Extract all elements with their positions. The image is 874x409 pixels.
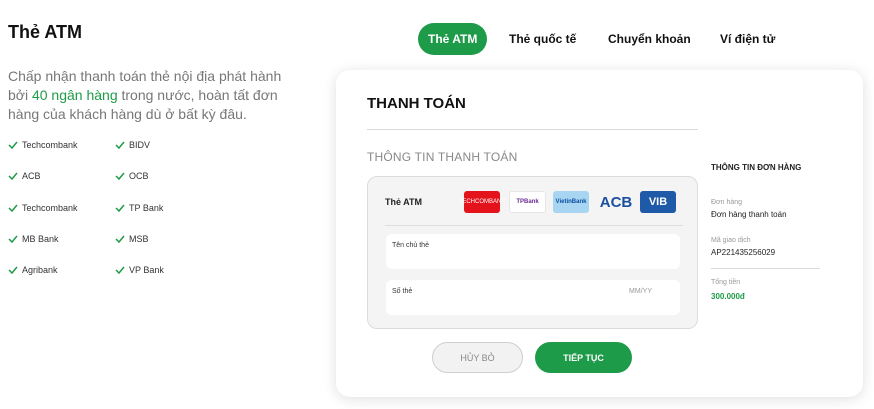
vib-logo: VIB [640,191,676,213]
bank-count-highlight: 40 ngân hàng [31,87,118,103]
check-icon [115,141,125,150]
bank-item: TP Bank [115,203,163,213]
bank-item: Agribank [8,265,58,275]
cardholder-name-input[interactable]: Tên chủ thẻ [386,234,680,269]
order-label: Đơn hàng [711,199,743,206]
vietinbank-logo: VietinBank [553,191,589,213]
bank-item: OCB [115,171,149,181]
check-icon [8,266,18,275]
tab-chuyen-khoan[interactable]: Chuyển khoản [608,23,691,55]
bank-item: BIDV [115,140,150,150]
bank-item: Techcombank [8,140,78,150]
check-icon [115,204,125,213]
tpbank-logo: TPBank [509,191,546,213]
bank-item: ACB [8,171,41,181]
intro-text: Chấp nhận thanh toán thẻ nội địa phát hà… [8,68,282,122]
check-icon [8,141,18,150]
card-type-label: Thẻ ATM [385,197,422,207]
expiry-input[interactable]: MM/YY [629,288,652,295]
continue-button[interactable]: TIẾP TỤC [535,342,632,373]
payment-card: THANH TOÁN THÔNG TIN THANH TOÁN Thẻ ATM … [336,70,863,397]
order-value: Đơn hàng thanh toán [711,210,787,219]
order-info-title: THÔNG TIN ĐƠN HÀNG [711,163,802,172]
transaction-id-value: AP221435256029 [711,248,776,257]
check-icon [8,204,18,213]
payment-title: THANH TOÁN [367,95,466,112]
bank-item: MB Bank [8,234,59,244]
check-icon [115,172,125,181]
tab-vi-dien-tu[interactable]: Ví điện tử [720,23,775,55]
divider [385,225,683,226]
check-icon [8,235,18,244]
total-label: Tổng tiền [711,279,741,286]
divider [367,129,698,130]
bank-item: VP Bank [115,265,164,275]
total-value: 300.000đ [711,292,745,301]
divider [711,268,820,269]
bank-item: MSB [115,234,149,244]
techcombank-logo: TECHCOMBANK [459,191,505,213]
tab-the-atm[interactable]: Thẻ ATM [418,23,488,55]
card-form: Thẻ ATM TECHCOMBANK TPBank VietinBank AC… [367,176,698,329]
check-icon [115,266,125,275]
bank-item: Techcombank [8,203,78,213]
payment-info-title: THÔNG TIN THANH TOÁN [367,150,518,164]
cardholder-name-label: Tên chủ thẻ [392,242,429,249]
check-icon [8,172,18,181]
transaction-id-label: Mã giao dịch [711,237,751,244]
check-icon [115,235,125,244]
cancel-button[interactable]: HỦY BỎ [432,342,523,373]
tab-the-quoc-te[interactable]: Thẻ quốc tế [509,23,576,55]
card-number-input[interactable]: Số thẻ MM/YY [386,280,680,315]
card-number-label: Số thẻ [392,288,413,295]
page-title: Thẻ ATM [8,22,82,42]
acb-logo: ACB [599,193,633,211]
